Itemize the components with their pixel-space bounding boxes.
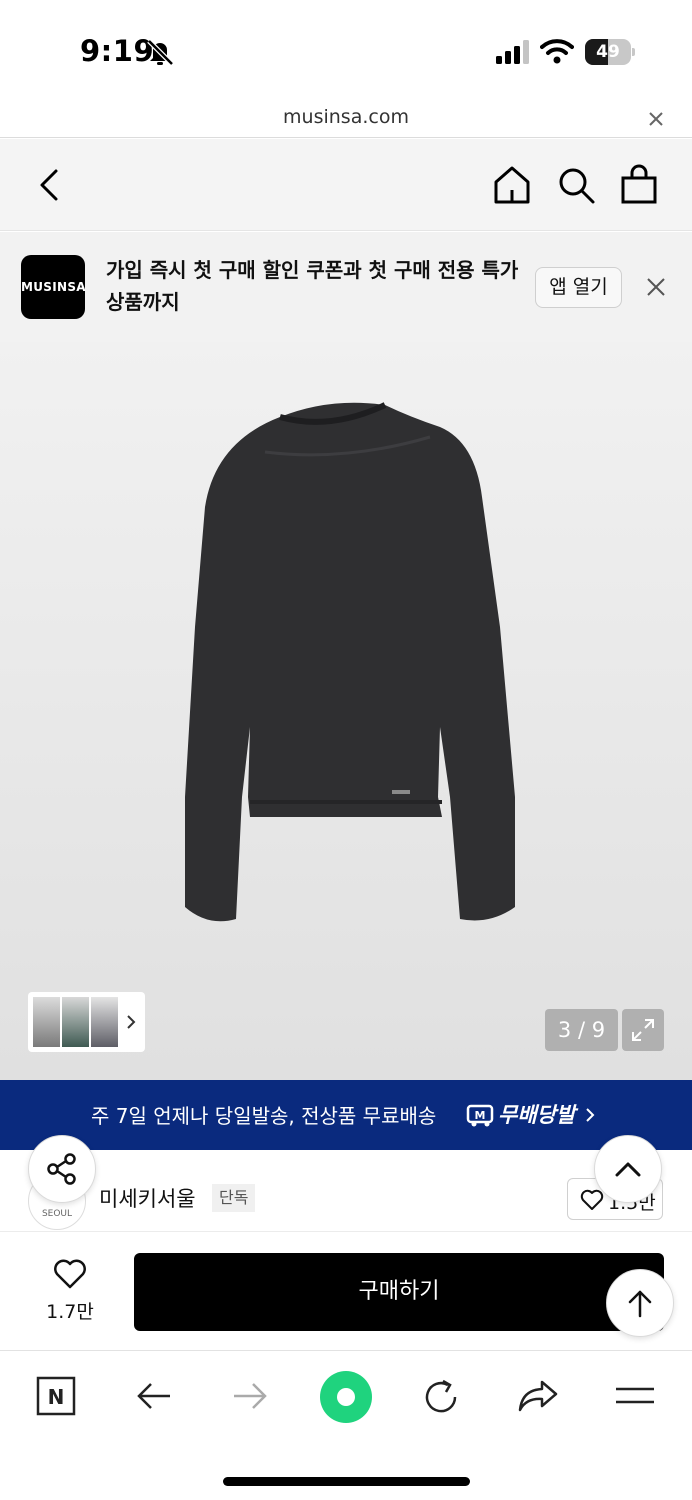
thumbnail-2[interactable]: [62, 997, 89, 1047]
close-icon[interactable]: [645, 276, 667, 298]
chevron-up-icon: [615, 1162, 641, 1177]
product-image[interactable]: [170, 397, 530, 937]
thumbnail-strip[interactable]: [28, 992, 145, 1052]
wish-count: 1.7만: [46, 1301, 94, 1323]
app-install-banner: MUSINSA 가입 즉시 첫 구매 할인 쿠폰과 첫 구매 전용 특가 상품까…: [0, 232, 692, 342]
home-indicator: [223, 1477, 470, 1486]
menu-icon[interactable]: [614, 1376, 656, 1416]
shipping-text: 주 7일 언제나 당일발송, 전상품 무료배송: [91, 1104, 437, 1128]
shopping-bag-icon[interactable]: [620, 163, 658, 205]
signal-icon: [496, 40, 529, 64]
url-text[interactable]: musinsa.com: [0, 106, 692, 128]
brand-row[interactable]: SEOUL 미세키서울 단독 1.5만: [0, 1150, 692, 1232]
battery-icon: 49: [585, 39, 635, 65]
brand-name[interactable]: 미세키서울: [99, 1183, 196, 1213]
arrow-up-icon: [628, 1290, 652, 1318]
url-bar[interactable]: musinsa.com: [0, 100, 692, 138]
refresh-icon[interactable]: [420, 1376, 462, 1418]
chevron-right-icon: [586, 1108, 595, 1122]
browser-toolbar: N: [0, 1352, 692, 1500]
buy-button[interactable]: 구매하기: [134, 1253, 664, 1331]
heart-icon: [580, 1189, 604, 1210]
purchase-bar: 1.7만 구매하기: [0, 1233, 692, 1351]
share-arrow-icon[interactable]: [516, 1376, 560, 1416]
delivery-truck-icon: M: [466, 1104, 494, 1127]
svg-text:N: N: [48, 1385, 65, 1409]
fullscreen-button[interactable]: [622, 1009, 664, 1051]
product-image-gallery[interactable]: 3 / 9: [0, 342, 692, 1080]
app-header: [0, 139, 692, 231]
close-icon[interactable]: [646, 109, 666, 129]
bell-slash-icon: [147, 39, 174, 66]
thumbnail-3[interactable]: [91, 997, 118, 1047]
shipping-banner[interactable]: 주 7일 언제나 당일발송, 전상품 무료배송 M 무배당발: [0, 1080, 692, 1150]
naver-home-icon[interactable]: N: [36, 1376, 76, 1416]
share-icon: [47, 1153, 76, 1185]
expand-icon: [632, 1019, 654, 1041]
battery-level: 49: [596, 42, 620, 62]
battery-body: 49: [585, 39, 631, 65]
heart-icon[interactable]: [52, 1258, 88, 1290]
battery-cap: [632, 48, 635, 56]
exclusive-badge: 단독: [212, 1184, 256, 1212]
chevron-right-icon[interactable]: [124, 1012, 138, 1032]
banner-message: 가입 즉시 첫 구매 할인 쿠폰과 첫 구매 전용 특가 상품까지: [106, 258, 519, 314]
status-time: 9:19: [80, 34, 155, 68]
image-page-counter: 3 / 9: [545, 1009, 618, 1051]
scroll-to-top-button[interactable]: [606, 1269, 674, 1337]
status-bar: 9:19 49: [0, 0, 692, 100]
back-icon[interactable]: [34, 167, 66, 203]
thumbnail-1[interactable]: [33, 997, 60, 1047]
green-dot-icon[interactable]: [319, 1370, 373, 1424]
share-button[interactable]: [28, 1135, 96, 1203]
wifi-icon: [540, 39, 574, 64]
home-icon[interactable]: [492, 165, 532, 205]
svg-text:M: M: [475, 1109, 486, 1122]
collapse-button[interactable]: [594, 1135, 662, 1203]
browser-back-icon[interactable]: [134, 1376, 174, 1416]
open-app-button[interactable]: 앱 열기: [535, 267, 622, 308]
musinsa-logo: MUSINSA: [21, 255, 86, 319]
shipping-brand: 무배당발: [498, 1103, 576, 1127]
search-icon[interactable]: [556, 165, 596, 205]
browser-forward-icon[interactable]: [230, 1376, 270, 1416]
